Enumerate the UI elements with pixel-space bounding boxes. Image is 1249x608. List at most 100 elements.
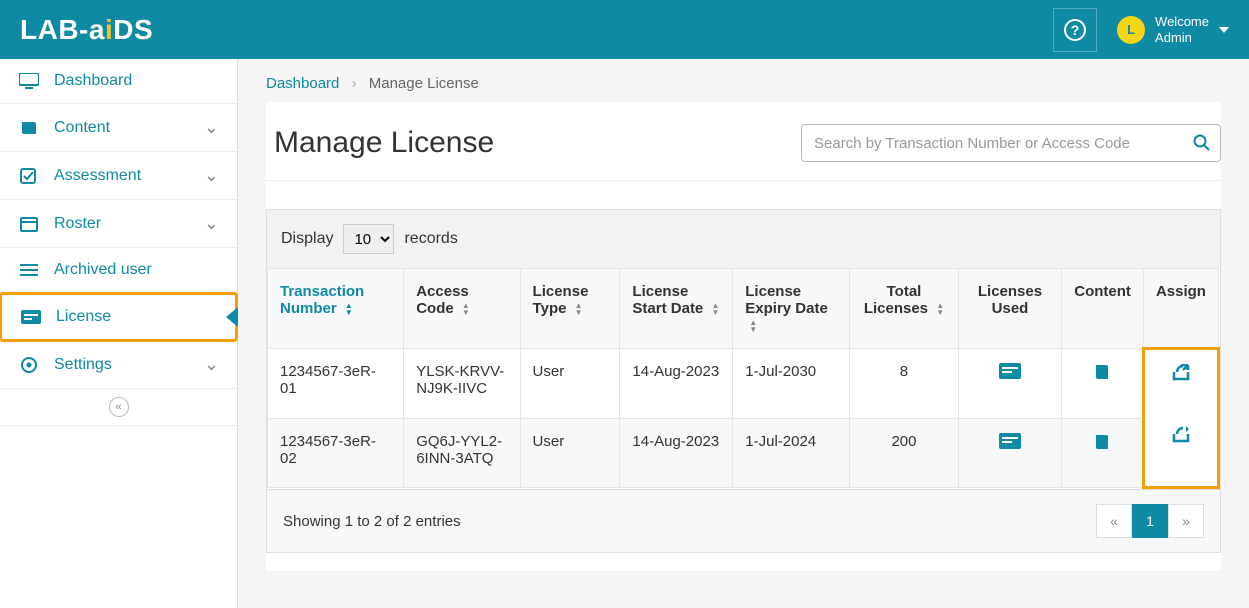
sidebar-item-assessment[interactable]: Assessment ⌄ [0,152,237,200]
cell-expiry: 1-Jul-2030 [733,349,850,419]
logo: LAB-aiDS [20,14,153,46]
sidebar-item-label: Dashboard [54,72,132,90]
help-button[interactable]: ? [1053,8,1097,52]
chevron-down-icon: ⌄ [204,213,219,234]
sidebar-item-content[interactable]: Content ⌄ [0,104,237,152]
col-label: License Start Date [632,283,703,317]
col-txn[interactable]: Transaction Number ▲▼ [268,269,404,349]
cell-used[interactable] [958,349,1062,419]
sort-icon: ▲▼ [936,302,944,316]
content-card: Manage License Display 10 records T [266,102,1221,571]
sidebar: Dashboard Content ⌄ Assessment ⌄ Roster … [0,59,238,608]
cell-expiry: 1-Jul-2024 [733,418,850,488]
page-prev[interactable]: « [1096,504,1132,538]
user-menu[interactable]: L Welcome Admin [1117,14,1229,45]
monitor-icon [18,73,40,89]
share-icon [1171,426,1191,444]
sidebar-item-roster[interactable]: Roster ⌄ [0,200,237,248]
sidebar-item-license[interactable]: License [0,292,238,342]
checkbox-icon [18,168,40,184]
page-title: Manage License [274,126,494,160]
table-row: 1234567-3eR-02 GQ6J-YYL2-6INN-3ATQ User … [268,418,1219,488]
cell-content[interactable] [1062,418,1144,488]
card-icon [20,310,42,324]
card-icon [999,433,1021,449]
col-total[interactable]: Total Licenses ▲▼ [850,269,959,349]
sidebar-item-archived[interactable]: Archived user [0,248,237,293]
calendar-icon [18,216,40,232]
page-next[interactable]: » [1168,504,1204,538]
user-label: Admin [1155,30,1209,46]
col-label: Content [1074,283,1131,300]
chevron-down-icon: ⌄ [204,117,219,138]
sidebar-item-label: Settings [54,356,112,374]
display-label-pre: Display [281,230,333,248]
display-label-post: records [404,230,457,248]
cell-type: User [520,349,620,419]
sidebar-item-label: Roster [54,215,101,233]
card-header: Manage License [266,124,1221,181]
col-label: Total Licenses [864,283,928,317]
avatar: L [1117,16,1145,44]
sidebar-item-dashboard[interactable]: Dashboard [0,59,237,104]
display-select[interactable]: 10 [343,224,394,254]
table-footer: Showing 1 to 2 of 2 entries « 1 » [267,489,1220,552]
col-label: License Expiry Date [745,283,828,317]
sidebar-item-settings[interactable]: Settings ⌄ [0,341,237,389]
col-label: Access Code [416,283,469,317]
col-expiry[interactable]: License Expiry Date ▲▼ [733,269,850,349]
col-label: Licenses Used [978,283,1042,317]
cell-code: GQ6J-YYL2-6INN-3ATQ [404,418,520,488]
breadcrumb: Dashboard › Manage License [238,59,1249,102]
book-icon [1093,433,1111,451]
col-start[interactable]: License Start Date ▲▼ [620,269,733,349]
welcome-label: Welcome [1155,14,1209,30]
search-input[interactable] [801,124,1221,162]
user-text: Welcome Admin [1155,14,1209,45]
header-right: ? L Welcome Admin [1053,8,1229,52]
breadcrumb-current: Manage License [369,75,479,92]
gear-icon [18,356,40,374]
chevron-left-icon: « [109,397,129,417]
chevron-down-icon: ⌄ [204,165,219,186]
cell-total: 8 [850,349,959,419]
breadcrumb-root[interactable]: Dashboard [266,75,339,92]
cell-content[interactable] [1062,349,1144,419]
license-table: Transaction Number ▲▼ Access Code ▲▼ Lic… [267,268,1220,489]
cell-assign-group [1143,349,1218,488]
col-used: Licenses Used [958,269,1062,349]
showing-info: Showing 1 to 2 of 2 entries [283,513,461,530]
collapse-button[interactable]: « [0,389,237,426]
cell-start: 14-Aug-2023 [620,418,733,488]
col-label: Assign [1156,283,1206,300]
sidebar-item-label: Assessment [54,167,141,185]
card-icon [999,363,1021,379]
main: Dashboard › Manage License Manage Licens… [238,59,1249,608]
col-assign: Assign [1143,269,1218,349]
book-icon [18,120,40,136]
search-wrap [801,124,1221,162]
cell-used[interactable] [958,418,1062,488]
col-type[interactable]: License Type ▲▼ [520,269,620,349]
assign-button[interactable] [1157,418,1205,472]
page-1[interactable]: 1 [1132,504,1168,538]
display-bar: Display 10 records [267,210,1220,268]
cell-start: 14-Aug-2023 [620,349,733,419]
assign-button[interactable] [1157,364,1205,418]
logo-text-pre: LAB-a [20,14,105,45]
sort-icon: ▲▼ [575,302,583,316]
cell-type: User [520,418,620,488]
search-icon[interactable] [1193,134,1211,152]
table-row: 1234567-3eR-01 YLSK-KRVV-NJ9K-IIVC User … [268,349,1219,419]
sort-icon: ▲▼ [749,319,757,333]
col-content: Content [1062,269,1144,349]
pagination: « 1 » [1096,504,1204,538]
list-icon [18,263,40,277]
share-icon [1171,364,1191,382]
sort-icon: ▲▼ [462,302,470,316]
sidebar-item-label: Content [54,119,110,137]
sidebar-item-label: License [56,308,111,326]
logo-text-post: DS [113,14,153,45]
help-icon: ? [1064,19,1086,41]
col-code[interactable]: Access Code ▲▼ [404,269,520,349]
